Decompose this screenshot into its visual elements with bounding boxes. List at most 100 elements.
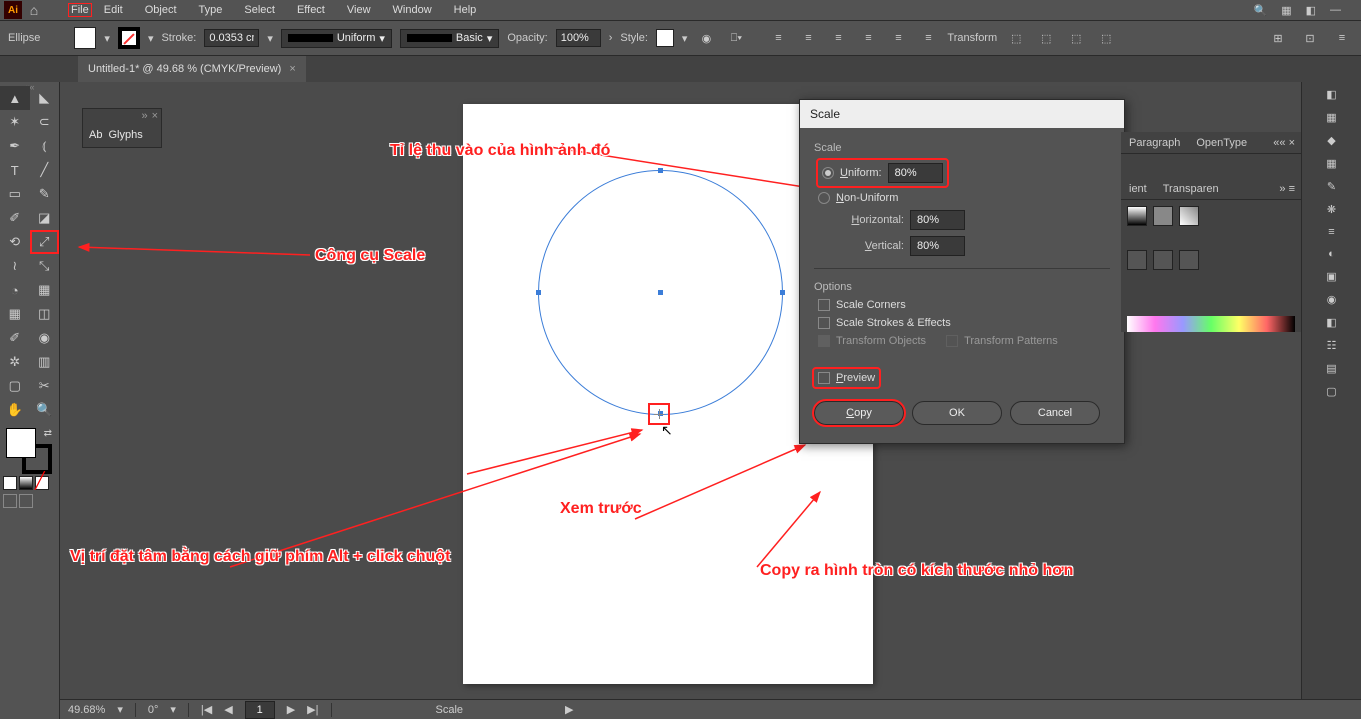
swatch-panel-body[interactable] <box>1121 200 1301 232</box>
menu-select[interactable]: Select <box>234 1 285 19</box>
symbols-icon[interactable]: ❋ <box>1327 203 1336 216</box>
collapse-icon[interactable]: » <box>141 110 147 122</box>
magic-wand-tool[interactable]: ✶ <box>0 110 30 134</box>
grid-icon[interactable]: ⊞ <box>1267 27 1289 49</box>
home-icon[interactable]: ⌂ <box>24 0 44 20</box>
transparency-icon[interactable]: ▣ <box>1326 270 1336 283</box>
hand-tool[interactable]: ✋ <box>0 398 30 422</box>
shaper-tool[interactable]: ✐ <box>0 206 30 230</box>
artboard-number[interactable] <box>245 701 275 719</box>
align-bot-icon[interactable]: ≡ <box>917 27 939 49</box>
blend-tool[interactable]: ◉ <box>30 326 60 350</box>
artboard-nav-last[interactable]: ▶| <box>307 703 318 716</box>
anchor-left[interactable] <box>536 290 541 295</box>
shape-icon1[interactable]: ⬚ <box>1005 27 1027 49</box>
align-left-icon[interactable]: ≡ <box>767 27 789 49</box>
menu-object[interactable]: Object <box>135 1 187 19</box>
rotate-view[interactable]: 0° <box>148 704 159 716</box>
align-center-icon[interactable]: ≡ <box>797 27 819 49</box>
rectangle-tool[interactable]: ▭ <box>0 182 30 206</box>
pref-icon[interactable]: ≡ <box>1331 27 1353 49</box>
menu-file[interactable]: File <box>68 3 92 17</box>
eraser-tool[interactable]: ◪ <box>30 206 60 230</box>
dialog-title-bar[interactable]: Scale <box>800 100 1124 128</box>
shape-icon2[interactable]: ⬚ <box>1035 27 1057 49</box>
shape-builder-tool[interactable]: ◔ <box>0 278 30 302</box>
menu-window[interactable]: Window <box>383 1 442 19</box>
align-mid-icon[interactable]: ≡ <box>887 27 909 49</box>
panel-tabs-1[interactable]: ParagraphOpenType«« × <box>1121 132 1301 154</box>
style-swatch[interactable] <box>656 29 674 47</box>
stroke-weight-input[interactable] <box>204 29 259 47</box>
appearance-icon[interactable]: ◉ <box>1327 293 1337 306</box>
align-doc-icon[interactable]: ⎕▾ <box>725 27 747 49</box>
color-spectrum[interactable] <box>1127 316 1295 332</box>
zoom-level[interactable]: 49.68% <box>68 704 105 716</box>
menu-view[interactable]: View <box>337 1 381 19</box>
curvature-tool[interactable]: ⦅ <box>30 134 60 158</box>
artboard-nav-prev[interactable]: ◀ <box>224 703 232 716</box>
vertical-input[interactable] <box>910 236 965 256</box>
direct-select-tool[interactable]: ◣ <box>30 86 60 110</box>
slice-tool[interactable]: ✂ <box>30 374 60 398</box>
search-icon[interactable]: 🔍 <box>1253 4 1267 17</box>
scale-corners-checkbox[interactable] <box>818 299 830 311</box>
brushes-icon[interactable]: ✎ <box>1327 180 1336 193</box>
opacity-input[interactable] <box>556 29 601 47</box>
shape-icon3[interactable]: ⬚ <box>1065 27 1087 49</box>
screen-mode-row[interactable] <box>3 494 59 508</box>
width-tool[interactable]: ≀ <box>0 254 30 278</box>
rotate-tool[interactable]: ⟲ <box>0 230 30 254</box>
graph-tool[interactable]: ▥ <box>30 350 60 374</box>
selection-tool[interactable]: ▲ <box>0 86 30 110</box>
stroke-panel-icon[interactable]: ≡ <box>1328 226 1334 238</box>
arrange-icon[interactable]: ▦ <box>1281 4 1291 17</box>
eyedropper-tool[interactable]: ✐ <box>0 326 30 350</box>
close-panel-icon[interactable]: × <box>152 110 158 122</box>
color-mode-row[interactable]: ╱ <box>3 476 59 490</box>
gradient-panel-icon[interactable]: ◐ <box>1328 248 1335 260</box>
zoom-tool[interactable]: 🔍 <box>30 398 60 422</box>
type-tool[interactable]: T <box>0 158 30 182</box>
align-right-icon[interactable]: ≡ <box>827 27 849 49</box>
align-top-icon[interactable]: ≡ <box>857 27 879 49</box>
libraries-icon[interactable]: ▦ <box>1326 111 1336 124</box>
anchor-center[interactable] <box>658 290 663 295</box>
menu-help[interactable]: Help <box>444 1 487 19</box>
copy-button[interactable]: Copy <box>814 401 904 425</box>
transform-label[interactable]: Transform <box>947 32 997 44</box>
brush-def[interactable]: Basic▾ <box>400 29 499 48</box>
lasso-tool[interactable]: ⊂ <box>30 110 60 134</box>
menu-effect[interactable]: Effect <box>287 1 335 19</box>
swatches-icon[interactable]: ▦ <box>1326 157 1336 170</box>
snap-icon[interactable]: ⊡ <box>1299 27 1321 49</box>
artboard-tool[interactable]: ▢ <box>0 374 30 398</box>
menu-type[interactable]: Type <box>189 1 233 19</box>
brush-tool[interactable]: ✎ <box>30 182 60 206</box>
preview-checkbox[interactable] <box>818 372 830 384</box>
asset-icon[interactable]: ▤ <box>1326 362 1336 375</box>
horizontal-input[interactable] <box>910 210 965 230</box>
scale-strokes-checkbox[interactable] <box>818 317 830 329</box>
stroke-profile[interactable]: Uniform▾ <box>281 29 392 48</box>
recolor-icon[interactable]: ◉ <box>695 27 717 49</box>
color-icon[interactable]: ◆ <box>1327 134 1335 147</box>
scale-tool[interactable]: ⤢ <box>30 230 60 254</box>
shape-icon4[interactable]: ⬚ <box>1095 27 1117 49</box>
workspace-icon[interactable]: ◧ <box>1306 4 1316 17</box>
symbol-spray-tool[interactable]: ✲ <box>0 350 30 374</box>
document-tab[interactable]: Untitled-1* @ 49.68 % (CMYK/Preview) × <box>78 56 306 82</box>
mesh-tool[interactable]: ▦ <box>0 302 30 326</box>
uniform-radio[interactable] <box>822 167 834 179</box>
anchor-top[interactable] <box>658 168 663 173</box>
menu-edit[interactable]: Edit <box>94 1 133 19</box>
layers-icon[interactable]: ☷ <box>1327 339 1337 352</box>
play-icon[interactable]: ▶ <box>565 703 573 716</box>
close-icon[interactable]: × <box>289 63 295 75</box>
graphic-styles-icon[interactable]: ◧ <box>1326 316 1336 329</box>
properties-icon[interactable]: ◧ <box>1326 88 1336 101</box>
free-transform-tool[interactable]: ⤡ <box>30 254 60 278</box>
anchor-right[interactable] <box>780 290 785 295</box>
glyphs-panel[interactable]: »× AbGlyphs <box>82 108 162 148</box>
artboards-icon[interactable]: ▢ <box>1326 385 1336 398</box>
